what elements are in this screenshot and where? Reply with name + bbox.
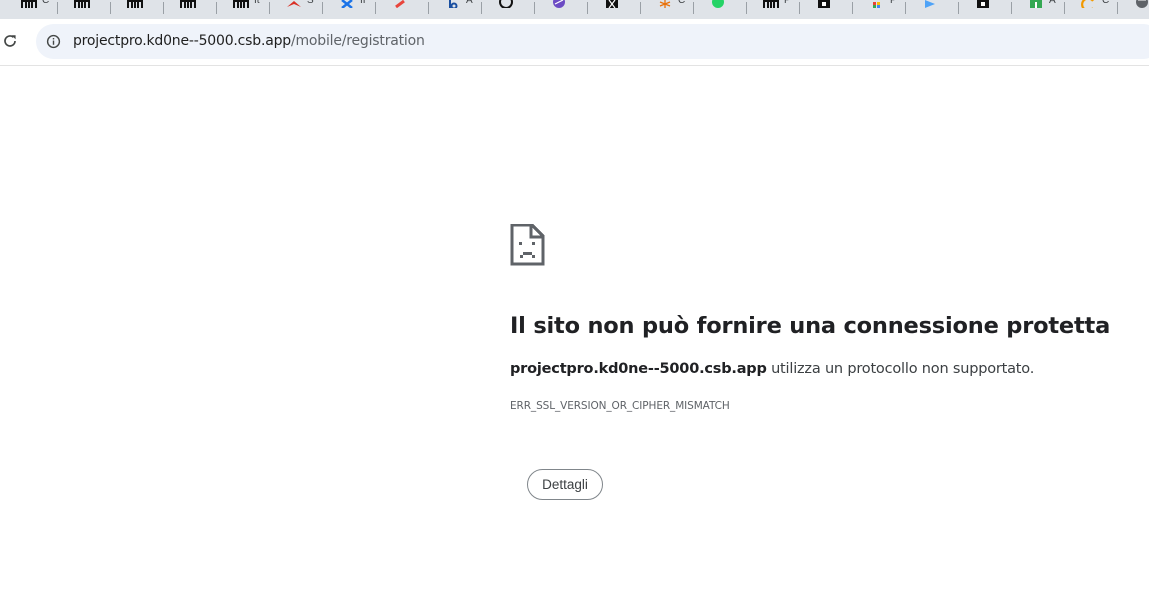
tab-strip: C It S II A C P P A C <box>0 0 1149 19</box>
browser-tab[interactable]: A <box>1012 0 1065 19</box>
browser-tab[interactable] <box>111 0 164 19</box>
tab-title: II <box>360 0 366 6</box>
piano-icon <box>233 0 249 8</box>
orange-c-icon <box>1081 0 1097 8</box>
browser-tab[interactable]: P <box>853 0 906 19</box>
browser-tab[interactable]: It <box>217 0 270 19</box>
dark-square-icon <box>975 0 991 8</box>
url-host: projectpro.kd0ne--5000.csb.app <box>73 33 291 49</box>
error-description: projectpro.kd0ne--5000.csb.app utilizza … <box>510 361 1034 377</box>
piano-icon <box>21 0 37 8</box>
globe-icon <box>1134 0 1149 8</box>
dark-square-icon <box>816 0 832 8</box>
browser-tab[interactable]: C <box>1065 0 1118 19</box>
openai-icon <box>498 0 514 8</box>
purple-swirl-icon <box>551 0 567 8</box>
blue-arrow-icon <box>922 0 938 8</box>
address-bar[interactable]: projectpro.kd0ne--5000.csb.app/mobile/re… <box>36 24 1149 59</box>
red-bird-icon <box>286 0 302 8</box>
browser-tab[interactable] <box>588 0 641 19</box>
browser-tab[interactable]: C <box>5 0 58 19</box>
browser-tab[interactable] <box>376 0 429 19</box>
error-code: ERR_SSL_VERSION_OR_CIPHER_MISMATCH <box>510 400 730 412</box>
green-square-icon <box>1028 0 1044 8</box>
piano-icon <box>127 0 143 8</box>
error-title: Il sito non può fornire una connessione … <box>510 313 1111 339</box>
tab-title: C <box>678 0 686 6</box>
tab-title: It <box>254 0 260 6</box>
site-info-icon[interactable] <box>46 34 61 49</box>
error-description-text: utilizza un protocollo non supportato. <box>766 361 1035 377</box>
tab-title: P <box>784 0 791 6</box>
browser-tab[interactable] <box>482 0 535 19</box>
details-button[interactable]: Dettagli <box>527 469 603 500</box>
browser-tab[interactable]: II <box>323 0 376 19</box>
browser-tab[interactable] <box>906 0 959 19</box>
browser-toolbar: projectpro.kd0ne--5000.csb.app/mobile/re… <box>0 19 1149 66</box>
browser-tab[interactable]: S <box>270 0 323 19</box>
tab-title: C <box>42 0 50 6</box>
browser-tab[interactable] <box>1118 0 1149 19</box>
error-host: projectpro.kd0ne--5000.csb.app <box>510 361 767 377</box>
tab-title: S <box>307 0 314 6</box>
x-logo-icon <box>604 0 620 8</box>
whatsapp-icon <box>710 0 726 8</box>
piano-icon <box>180 0 196 8</box>
browser-tab[interactable] <box>959 0 1012 19</box>
browser-tab[interactable]: P <box>747 0 800 19</box>
browser-tab[interactable]: A <box>429 0 482 19</box>
browser-tab[interactable] <box>164 0 217 19</box>
blue-x-icon <box>339 0 355 8</box>
piano-icon <box>763 0 779 8</box>
browser-tab[interactable] <box>800 0 853 19</box>
piano-icon <box>74 0 90 8</box>
tab-title: A <box>466 0 473 6</box>
browser-tab[interactable] <box>694 0 747 19</box>
tab-title: C <box>1102 0 1110 6</box>
reload-icon[interactable] <box>2 33 18 49</box>
orange-burst-icon <box>657 0 673 8</box>
sad-document-icon <box>510 224 545 266</box>
browser-tab[interactable] <box>535 0 588 19</box>
url-text[interactable]: projectpro.kd0ne--5000.csb.app/mobile/re… <box>73 33 425 49</box>
url-path: /mobile/registration <box>290 33 425 49</box>
b-logo-icon <box>445 0 461 8</box>
colorful-grid-icon <box>869 0 885 8</box>
tab-title: P <box>890 0 897 6</box>
browser-tab[interactable] <box>58 0 111 19</box>
browser-tab[interactable]: C <box>641 0 694 19</box>
tab-title: A <box>1049 0 1056 6</box>
red-pencil-icon <box>392 0 408 8</box>
